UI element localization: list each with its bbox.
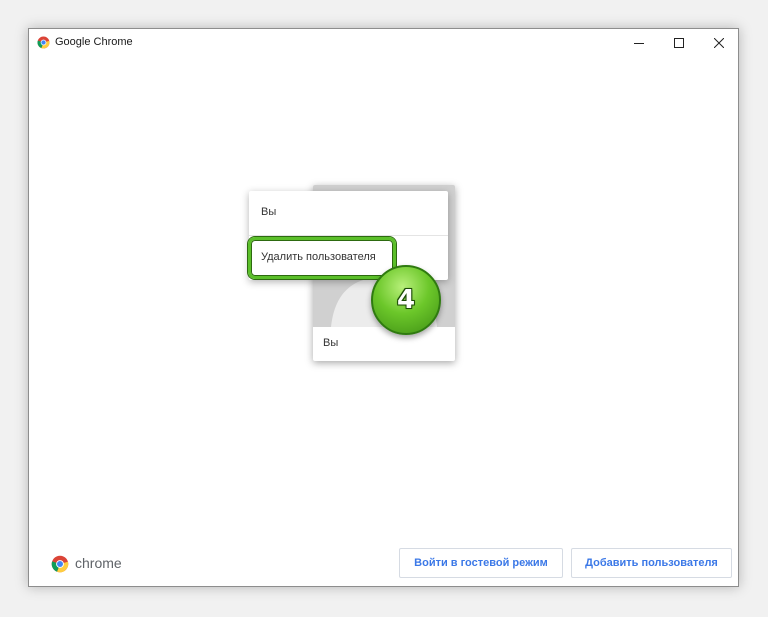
chrome-window: Google Chrome Вы Вы Удалить пользователя…	[28, 28, 739, 587]
close-button[interactable]	[699, 29, 739, 57]
guest-mode-button[interactable]: Войти в гостевой режим	[399, 548, 563, 578]
window-title: Google Chrome	[55, 36, 133, 48]
maximize-icon	[674, 38, 684, 48]
minimize-button[interactable]	[619, 29, 659, 57]
chrome-logo-icon	[37, 36, 50, 49]
menu-item-label: Вы	[261, 206, 277, 218]
step-number: 4	[396, 285, 416, 315]
step-badge: 4	[371, 265, 441, 335]
chrome-logo-icon	[51, 555, 69, 573]
menu-item-label: Удалить пользователя	[261, 251, 376, 263]
title-bar: Google Chrome	[29, 29, 738, 57]
add-user-button[interactable]: Добавить пользователя	[571, 548, 732, 578]
close-icon	[714, 38, 724, 48]
chrome-brand-text: chrome	[75, 555, 122, 571]
minimize-icon	[634, 43, 644, 44]
profile-name: Вы	[323, 337, 339, 349]
menu-item-you[interactable]: Вы	[249, 191, 448, 236]
maximize-button[interactable]	[659, 29, 699, 57]
